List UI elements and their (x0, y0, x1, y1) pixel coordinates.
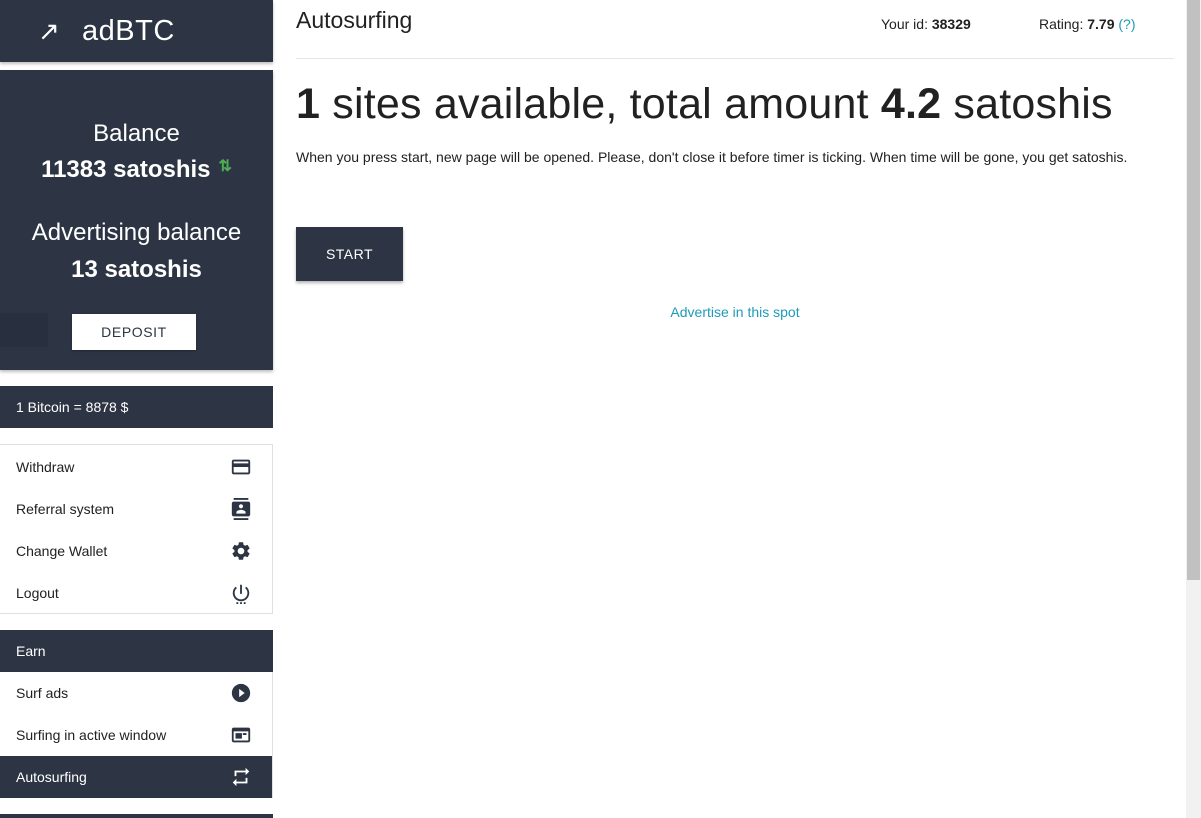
play-circle-icon (230, 682, 252, 704)
ghost-button (0, 313, 48, 347)
arrow-up-right-icon: ↗ (38, 16, 60, 46)
logo-bar[interactable]: ↗ adBTC (0, 0, 273, 62)
credit-card-icon (230, 456, 252, 478)
menu-item-label: Surf ads (16, 685, 69, 701)
rating-label: Rating: (1039, 16, 1088, 32)
menu-item-label: Withdraw (16, 459, 75, 475)
page-scrollbar[interactable] (1186, 0, 1201, 818)
repeat-icon (230, 766, 252, 788)
rating-value: 7.79 (1087, 16, 1115, 32)
instructions-text: When you press start, new page will be o… (296, 149, 1128, 165)
menu-item-logout[interactable]: Logout (0, 572, 272, 614)
header-divider (296, 58, 1174, 59)
power-icon (230, 582, 252, 604)
earn-menu: Surf ads Surfing in active window Autosu… (0, 672, 273, 798)
menu-item-autosurfing[interactable]: Autosurfing (0, 756, 272, 798)
sites-available-headline: 1 sites available, total amount 4.2 sato… (296, 80, 1113, 129)
advertising-balance-title: Advertising balance (31, 219, 242, 246)
logo-text: adBTC (82, 14, 175, 47)
balance-value: 11383 satoshis (41, 156, 211, 183)
user-id: Your id: 38329 (881, 16, 971, 32)
user-id-label: Your id: (881, 16, 932, 32)
gear-icon (230, 540, 252, 562)
main-content: Autosurfing Your id: 38329 Rating: 7.79 … (296, 0, 1174, 818)
next-section-header (0, 814, 273, 818)
menu-item-label: Surfing in active window (16, 727, 167, 743)
advertising-balance-value: 13 satoshis (71, 256, 202, 283)
menu-item-label: Logout (16, 585, 59, 601)
advertise-link-text[interactable]: Advertise in this spot (670, 304, 799, 320)
balance-title: Balance (93, 120, 180, 147)
user-id-value: 38329 (931, 16, 971, 32)
headline-end: satoshis (941, 80, 1113, 128)
window-icon (230, 724, 252, 746)
sites-count: 1 (296, 80, 321, 128)
menu-item-surf-ads[interactable]: Surf ads (0, 672, 272, 714)
deposit-button[interactable]: DEPOSIT (72, 314, 196, 350)
sidebar: ↗ adBTC Balance 11383 satoshis ⇅ Advertis… (0, 0, 273, 818)
menu-item-change-wallet[interactable]: Change Wallet (0, 530, 272, 572)
balance-value-row: 11383 satoshis ⇅ (0, 156, 273, 184)
contacts-icon (230, 498, 252, 520)
headline-middle: sites available, total amount (320, 80, 881, 128)
menu-item-surfing-active-window[interactable]: Surfing in active window (0, 714, 272, 756)
menu-item-label: Change Wallet (16, 543, 108, 559)
earn-section-header: Earn (0, 630, 273, 672)
start-button[interactable]: START (296, 227, 403, 281)
page-title: Autosurfing (296, 7, 413, 33)
rating-help-link[interactable]: (?) (1118, 16, 1135, 32)
rating: Rating: 7.79 (?) (1039, 16, 1136, 32)
menu-item-referral-system[interactable]: Referral system (0, 488, 272, 530)
account-menu: Withdraw Referral system Change Wallet L… (0, 444, 273, 614)
balance-card: Balance 11383 satoshis ⇅ Advertising bala… (0, 70, 273, 370)
menu-item-withdraw[interactable]: Withdraw (0, 446, 272, 488)
swap-vertical-icon: ⇅ (218, 158, 232, 175)
menu-item-label: Autosurfing (16, 769, 87, 785)
scrollbar-thumb[interactable] (1187, 0, 1200, 580)
advertise-link: Advertise in this spot (296, 304, 1174, 320)
menu-item-label: Referral system (16, 501, 115, 517)
bitcoin-rate: 1 Bitcoin = 8878 $ (0, 386, 273, 428)
total-amount: 4.2 (880, 80, 942, 128)
